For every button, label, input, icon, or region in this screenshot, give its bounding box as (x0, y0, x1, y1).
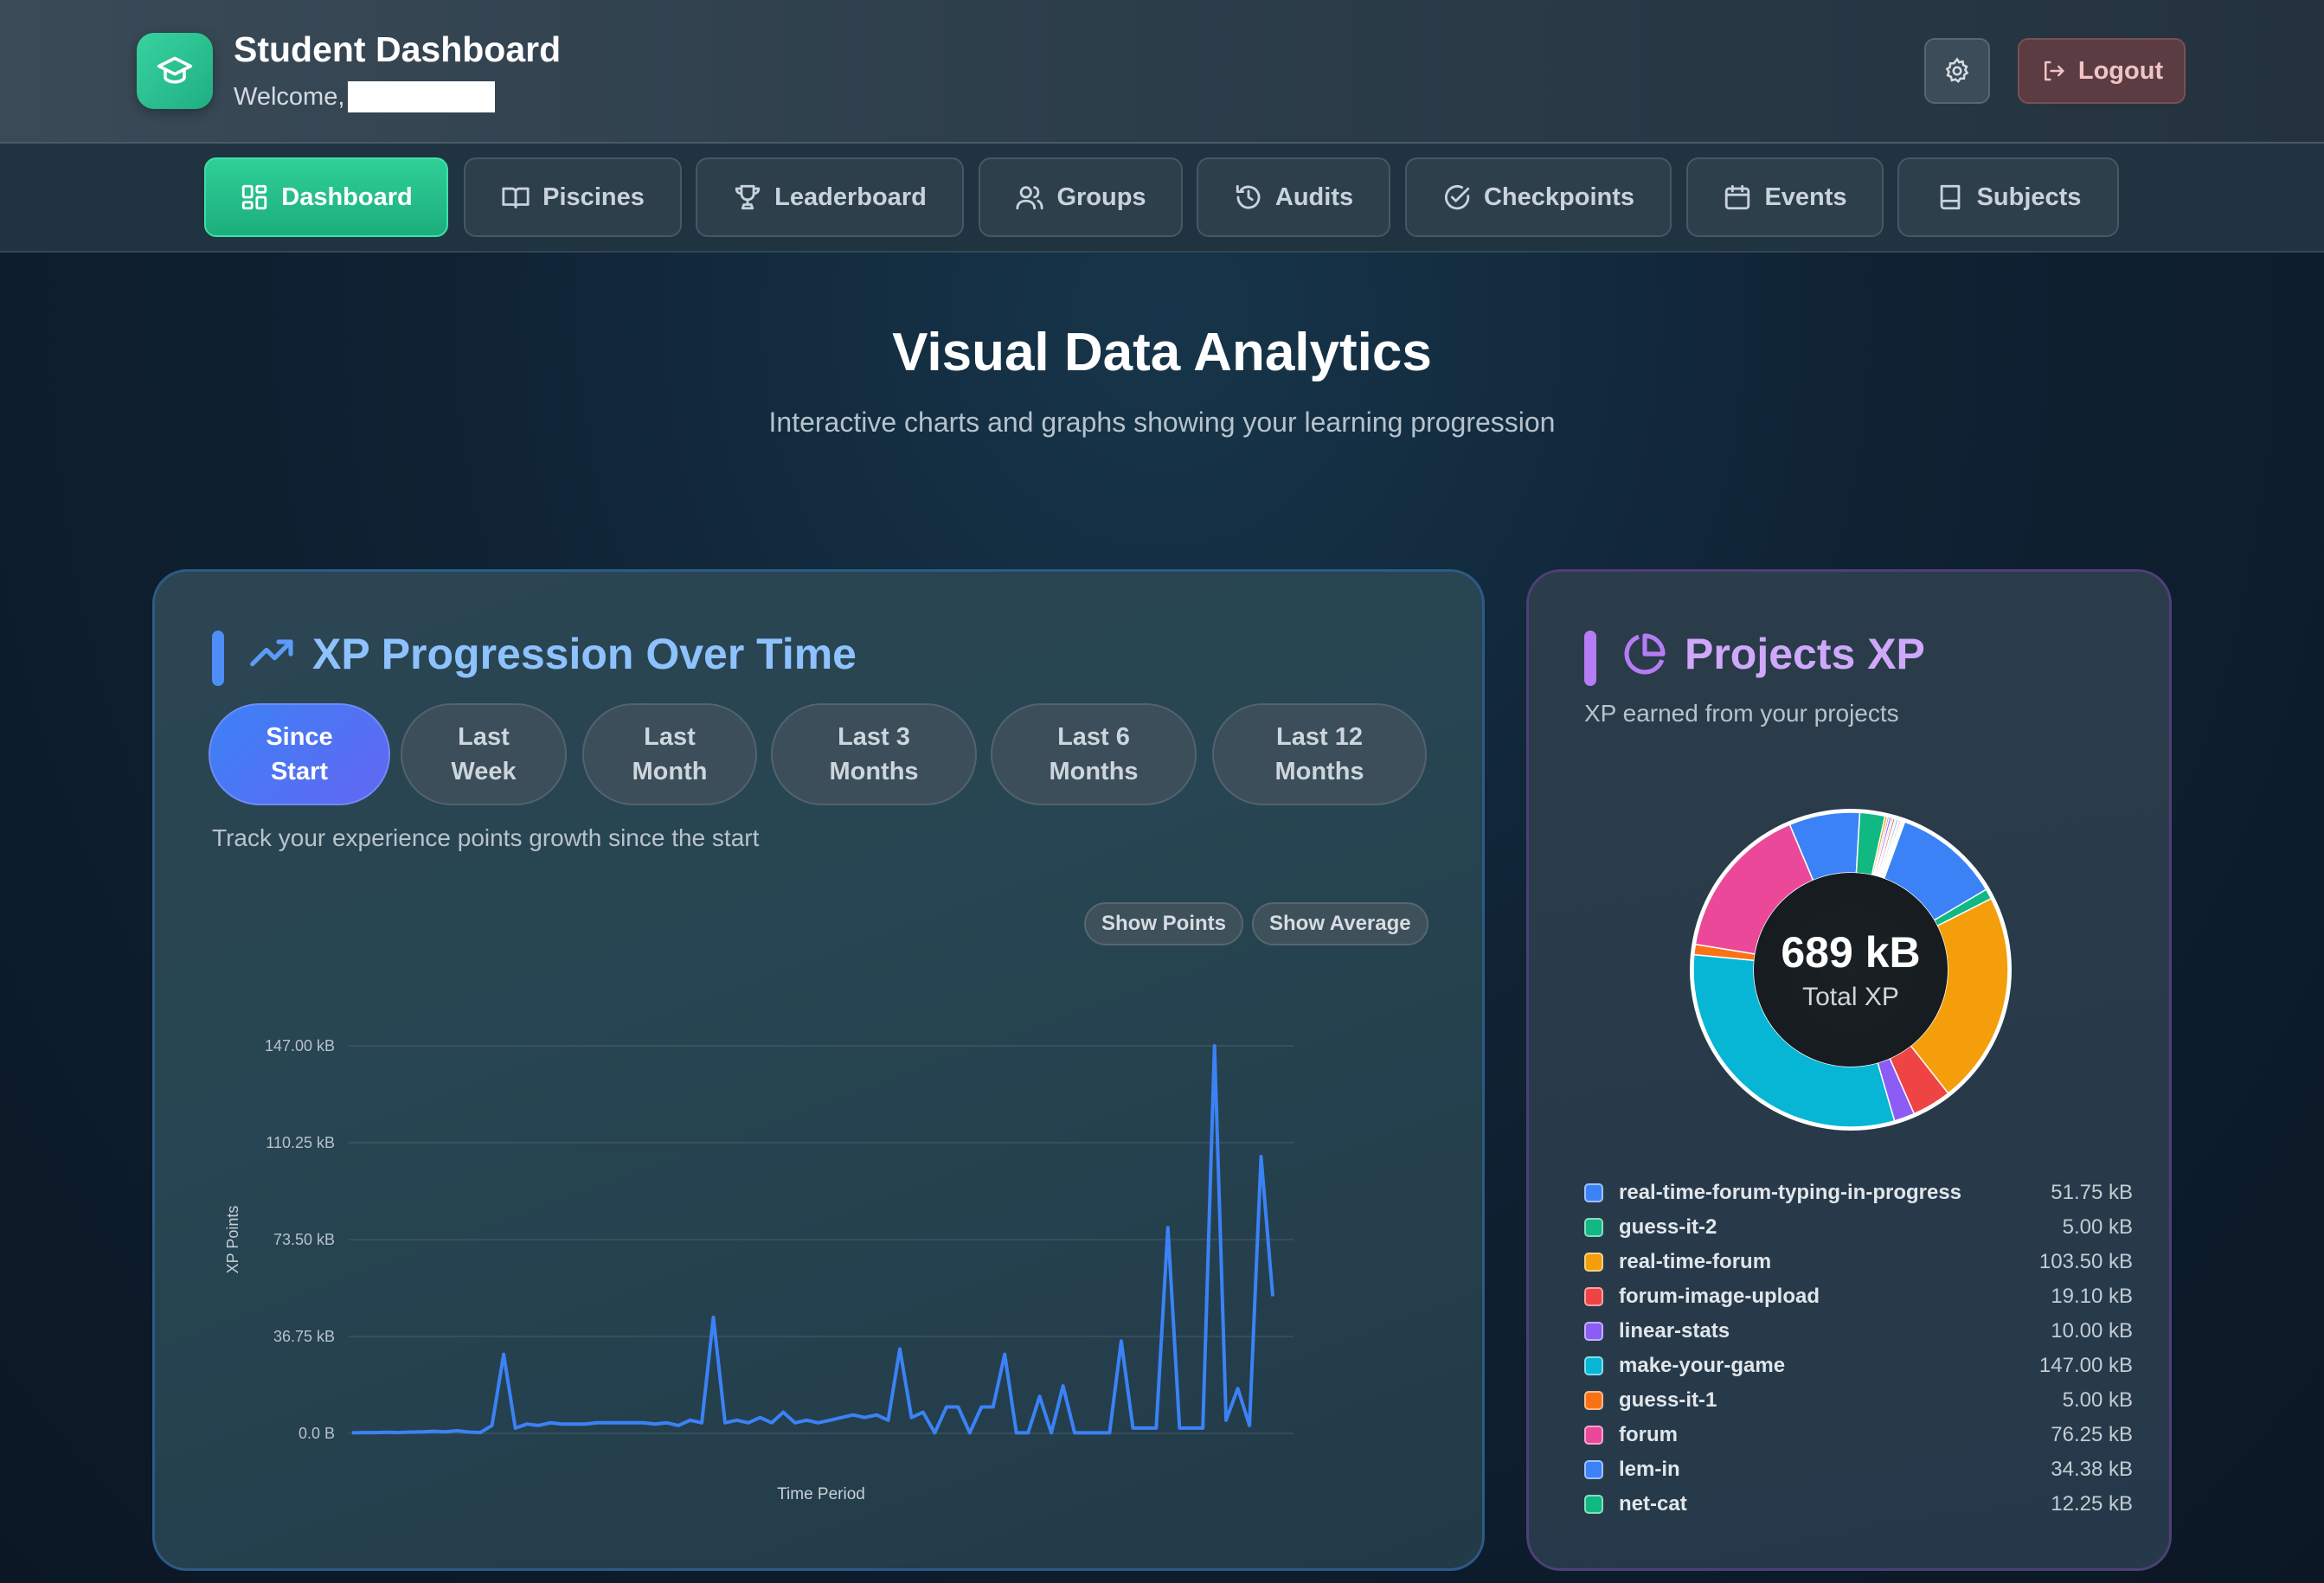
legend-item[interactable]: forum 76.25 kB (1584, 1418, 2133, 1452)
page-title: Visual Data Analytics (892, 323, 1432, 382)
tab-groups-label: Groups (1056, 183, 1146, 211)
projects-card-subtitle: XP earned from your projects (1584, 700, 1899, 727)
y-axis-label: XP Points (224, 1206, 241, 1274)
legend-swatch (1584, 1391, 1603, 1410)
legend-project-name: real-time-forum-typing-in-progress (1619, 1181, 1962, 1204)
projects-donut: 689 kB Total XP (1686, 805, 2015, 1134)
history-icon (1236, 184, 1261, 209)
tab-checkpoints[interactable]: Checkpoints (1405, 157, 1672, 237)
welcome-label: Welcome, (234, 82, 345, 111)
total-xp-label: Total XP (1802, 983, 1899, 1011)
legend-item[interactable]: make-your-game 147.00 kB (1584, 1349, 2133, 1383)
legend-project-xp: 147.00 kB (2038, 1354, 2133, 1377)
logout-button[interactable]: Logout (2018, 38, 2186, 104)
tab-subjects[interactable]: Subjects (1897, 157, 2119, 237)
tab-audits[interactable]: Audits (1197, 157, 1390, 237)
legend-project-xp: 12.25 kB (2051, 1492, 2133, 1516)
legend-project-name: guess-it-1 (1619, 1388, 1717, 1412)
legend-item[interactable]: net-cat 12.25 kB (1584, 1487, 2133, 1522)
users-icon (1016, 186, 1044, 210)
legend-project-name: forum (1619, 1423, 1678, 1446)
book-icon (1940, 184, 1960, 210)
legend-project-name: lem-in (1619, 1458, 1680, 1481)
projects-card-title: Projects XP (1621, 629, 1925, 679)
legend-project-name: real-time-forum (1619, 1250, 1772, 1273)
tab-events-label: Events (1764, 183, 1847, 211)
tab-piscines-label: Piscines (542, 183, 645, 211)
logout-label: Logout (2077, 56, 2164, 85)
legend-project-name: guess-it-2 (1619, 1215, 1717, 1239)
legend-item[interactable]: linear-stats 10.00 kB (1584, 1314, 2133, 1349)
settings-button[interactable] (1924, 38, 1990, 104)
y-tick-label: 73.50 kB (273, 1231, 335, 1248)
legend-swatch (1584, 1460, 1603, 1479)
tab-leaderboard-label: Leaderboard (774, 183, 927, 211)
welcome-text: Welcome, (234, 81, 496, 112)
legend-project-xp: 34.38 kB (2051, 1458, 2133, 1481)
legend-project-name: make-your-game (1619, 1354, 1786, 1377)
tab-dashboard[interactable]: Dashboard (204, 157, 448, 237)
legend-project-xp: 19.10 kB (2051, 1285, 2133, 1308)
legend-item[interactable]: real-time-forum 103.50 kB (1584, 1245, 2133, 1279)
y-tick-label: 36.75 kB (273, 1328, 335, 1345)
legend-project-xp: 5.00 kB (2062, 1388, 2133, 1412)
app-title: Student Dashboard (234, 29, 562, 69)
gear-icon (1945, 57, 1969, 84)
xp-progression-card: XP Progression Over Time Since Start Last… (152, 569, 1485, 1571)
legend-item[interactable]: real-time-forum-typing-in-progress 51.75 … (1584, 1176, 2133, 1210)
legend-swatch (1584, 1218, 1603, 1237)
tab-subjects-label: Subjects (1976, 183, 2082, 211)
legend-project-xp: 10.00 kB (2051, 1319, 2133, 1343)
check-circle-icon (1444, 184, 1470, 210)
calendar-icon (1725, 184, 1750, 210)
total-xp-value: 689 kB (1781, 928, 1921, 977)
page-subtitle: Interactive charts and graphs showing yo… (768, 407, 1556, 438)
redacted-username (348, 81, 496, 112)
projects-card-accent (1584, 631, 1596, 686)
pie-chart-icon (1624, 633, 1666, 675)
legend-project-name: linear-stats (1619, 1319, 1730, 1343)
donut-center: 689 kB Total XP (1754, 873, 1948, 1067)
book-open-icon (502, 187, 530, 208)
tab-audits-label: Audits (1274, 183, 1354, 211)
logout-icon (2044, 61, 2064, 81)
legend-item[interactable]: guess-it-2 5.00 kB (1584, 1210, 2133, 1245)
tab-events[interactable]: Events (1686, 157, 1884, 237)
app-header: Student Dashboard Welcome, Logout (0, 0, 2324, 144)
tab-dashboard-label: Dashboard (281, 183, 413, 211)
legend-swatch (1584, 1495, 1603, 1514)
tab-leaderboard[interactable]: Leaderboard (696, 157, 964, 237)
projects-xp-card: Projects XP XP earned from your projects… (1526, 569, 2172, 1571)
dashboard-grid-icon (242, 184, 267, 210)
tab-piscines[interactable]: Piscines (464, 157, 682, 237)
projects-card-title-text: Projects XP (1685, 630, 1925, 678)
graduation-cap-icon (137, 33, 213, 109)
main-nav: Dashboard Piscines Leaderboard Groups Au… (0, 144, 2324, 253)
legend-project-xp: 76.25 kB (2051, 1423, 2133, 1446)
legend-swatch (1584, 1322, 1603, 1341)
legend-project-name: forum-image-upload (1619, 1285, 1820, 1308)
legend-swatch (1584, 1356, 1603, 1375)
xp-line-chart: 0.0 B 36.75 kB 73.50 kB 110.25 kB 147.00 kB X… (224, 1037, 1294, 1503)
trophy-icon (735, 184, 761, 210)
y-tick-label: 0.0 B (299, 1425, 335, 1442)
legend-item[interactable]: guess-it-1 5.00 kB (1584, 1383, 2133, 1418)
y-tick-label: 147.00 kB (265, 1037, 335, 1054)
projects-legend: real-time-forum-typing-in-progress 51.75 … (1584, 1176, 2133, 1548)
x-axis-label: Time Period (777, 1485, 865, 1503)
legend-project-name: net-cat (1619, 1492, 1687, 1516)
legend-item[interactable]: lem-in 34.38 kB (1584, 1452, 2133, 1487)
legend-project-xp: 51.75 kB (2051, 1181, 2133, 1204)
legend-item[interactable]: forum-image-upload 19.10 kB (1584, 1279, 2133, 1314)
y-tick-label: 110.25 kB (266, 1134, 335, 1151)
legend-project-xp: 103.50 kB (2038, 1250, 2133, 1273)
legend-swatch (1584, 1253, 1603, 1272)
tab-checkpoints-label: Checkpoints (1483, 183, 1635, 211)
legend-swatch (1584, 1287, 1603, 1306)
legend-swatch (1584, 1426, 1603, 1445)
legend-project-xp: 5.00 kB (2062, 1215, 2133, 1239)
legend-swatch (1584, 1183, 1603, 1202)
tab-groups[interactable]: Groups (979, 157, 1183, 237)
